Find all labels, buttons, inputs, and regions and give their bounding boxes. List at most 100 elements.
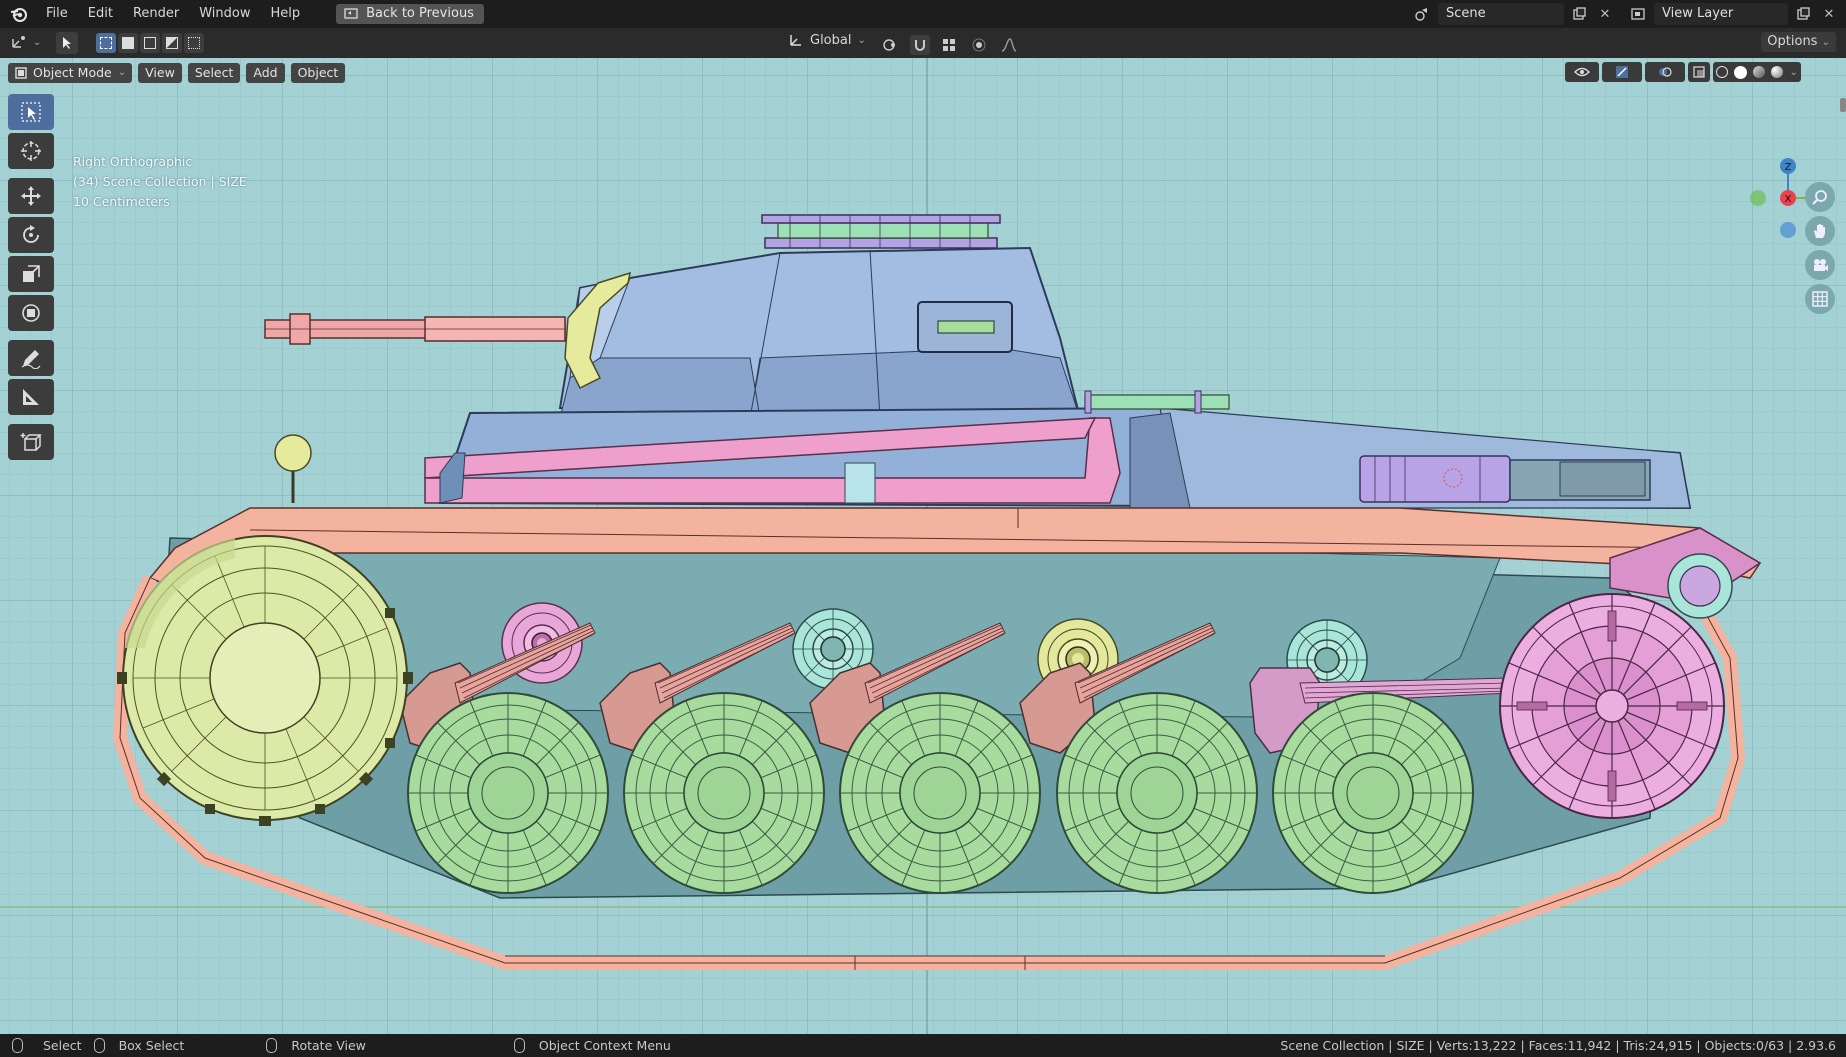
menu-file[interactable]: File <box>36 0 78 28</box>
selection-mode-group <box>96 33 204 53</box>
move-tool[interactable] <box>8 178 54 214</box>
object-menu[interactable]: Object <box>290 63 346 83</box>
grid-icon <box>1812 291 1828 307</box>
viewport-info-overlay: Right Orthographic (34) Scene Collection… <box>73 152 247 212</box>
scene-remove-icon[interactable]: ✕ <box>1594 3 1616 25</box>
overlays-toggle-icon[interactable] <box>1645 62 1685 82</box>
scale-icon <box>23 265 40 282</box>
transform-tool[interactable] <box>8 295 54 331</box>
editor-type-selector[interactable]: ⌄ <box>10 33 41 51</box>
view-layer-new-icon[interactable] <box>1792 3 1814 25</box>
options-label: Options <box>1767 34 1818 49</box>
select-extend-icon[interactable] <box>118 33 138 53</box>
pivot-point-icon[interactable] <box>880 34 902 56</box>
mouse-drag-icon <box>93 1038 105 1053</box>
view-layer-browse-icon[interactable] <box>1628 3 1650 25</box>
tool-header: ⌄ Global ⌄ Options ⌄ <box>0 28 1846 59</box>
proportional-edit-icon[interactable] <box>968 34 990 56</box>
menu-window[interactable]: Window <box>189 0 260 28</box>
rendered-shading-icon[interactable] <box>1771 66 1784 78</box>
ruler-icon <box>23 389 39 405</box>
3d-viewport-icon <box>12 36 25 48</box>
menu-render[interactable]: Render <box>123 0 189 28</box>
scene-browse-icon[interactable] <box>1412 3 1434 25</box>
mouse-middle-icon <box>266 1038 278 1053</box>
status-rotate-hint: Rotate View <box>266 1038 366 1053</box>
view-layer-remove-icon[interactable]: ✕ <box>1818 3 1840 25</box>
cursor-tool[interactable] <box>8 133 54 169</box>
material-shading-icon[interactable] <box>1753 66 1766 78</box>
transform-orientation-dropdown[interactable]: Global ⌄ <box>788 32 866 48</box>
select-cursor-icon <box>21 102 41 122</box>
ortho-toggle-button[interactable] <box>1805 284 1835 314</box>
zoom-view-button[interactable] <box>1805 182 1835 212</box>
visibility-eye-icon[interactable] <box>1565 62 1599 82</box>
status-rotate-label: Rotate View <box>291 1038 366 1053</box>
solid-shading-icon[interactable] <box>1734 65 1748 79</box>
scene-selector-group: Scene ✕ View Layer ✕ <box>1412 3 1840 25</box>
rotate-icon <box>23 225 39 243</box>
add-menu[interactable]: Add <box>246 63 285 83</box>
status-box-select-hint: Box Select <box>93 1038 185 1053</box>
shading-mode-group: ⌄ <box>1713 62 1801 82</box>
scene-name-field[interactable]: Scene <box>1438 3 1564 25</box>
rotate-tool[interactable] <box>8 217 54 253</box>
move-arrows-icon <box>21 186 41 206</box>
object-mode-dropdown[interactable]: Object Mode ⌄ <box>8 63 133 83</box>
gizmo-z-label: Z <box>1785 162 1792 173</box>
menu-help[interactable]: Help <box>261 0 311 28</box>
top-menubar: File Edit Render Window Help Back to Pre… <box>0 0 1846 28</box>
pan-view-button[interactable] <box>1805 216 1835 246</box>
wireframe-shading-icon[interactable] <box>1716 66 1729 78</box>
view-name-text: Right Orthographic <box>73 154 193 169</box>
annotate-tool[interactable] <box>8 340 54 376</box>
add-cube-icon <box>20 433 42 451</box>
camera-view-button[interactable] <box>1805 250 1835 280</box>
status-context-hint: Object Context Menu <box>513 1038 671 1053</box>
scene-statistics: Scene Collection | SIZE | Verts:13,222 |… <box>1280 1038 1836 1053</box>
mouse-left-icon <box>12 1038 23 1053</box>
select-menu[interactable]: Select <box>187 63 241 83</box>
measure-tool[interactable] <box>8 379 54 415</box>
scene-new-icon[interactable] <box>1568 3 1590 25</box>
scale-tool[interactable] <box>8 256 54 292</box>
viewport-shading-controls: ⌄ <box>1565 62 1801 82</box>
add-cube-tool[interactable] <box>8 424 54 460</box>
select-invert-icon[interactable] <box>162 33 182 53</box>
select-box-tool[interactable] <box>8 94 54 130</box>
status-box-select-label: Box Select <box>118 1038 185 1053</box>
status-select-label: Select <box>43 1038 82 1053</box>
left-toolbar <box>8 94 54 463</box>
select-subtract-icon[interactable] <box>140 33 160 53</box>
view-layer-field[interactable]: View Layer <box>1654 3 1788 25</box>
options-dropdown[interactable]: Options ⌄ <box>1761 32 1836 52</box>
hand-icon <box>1814 224 1825 238</box>
snap-magnet-icon[interactable] <box>910 35 930 55</box>
menu-edit[interactable]: Edit <box>78 0 123 28</box>
gizmo-neg-z-axis[interactable] <box>1780 222 1796 238</box>
tank-model-render <box>0 58 1846 1034</box>
orientation-label: Global <box>810 32 852 48</box>
status-select-hint: Select <box>12 1038 82 1053</box>
snap-pivot-group <box>880 34 1020 56</box>
object-mode-icon <box>15 67 27 79</box>
grid-scale-text: 10 Centimeters <box>73 194 170 209</box>
back-to-previous-button[interactable]: Back to Previous <box>336 4 484 24</box>
back-to-previous-label: Back to Previous <box>366 6 474 21</box>
select-new-icon[interactable] <box>96 33 116 53</box>
gizmo-x-label: X <box>1785 194 1792 205</box>
select-tool-button[interactable] <box>56 32 78 54</box>
snap-increment-icon[interactable] <box>938 34 960 56</box>
xray-toggle-icon[interactable] <box>1688 62 1710 82</box>
zoom-magnifier-icon <box>1812 190 1827 205</box>
orientation-axes-icon <box>790 35 801 46</box>
view-menu[interactable]: View <box>138 63 182 83</box>
select-intersect-icon[interactable] <box>184 33 204 53</box>
gizmo-toggle-icon[interactable] <box>1602 62 1642 82</box>
mouse-right-icon <box>513 1038 525 1053</box>
sidebar-toggle-handle[interactable] <box>1840 98 1846 112</box>
falloff-curve-icon[interactable] <box>998 34 1020 56</box>
gizmo-neg-y-axis[interactable] <box>1750 190 1766 206</box>
3d-viewport[interactable]: Object Mode ⌄ View Select Add Object ⌄ R… <box>0 58 1846 1034</box>
blender-logo-icon[interactable] <box>8 3 30 25</box>
